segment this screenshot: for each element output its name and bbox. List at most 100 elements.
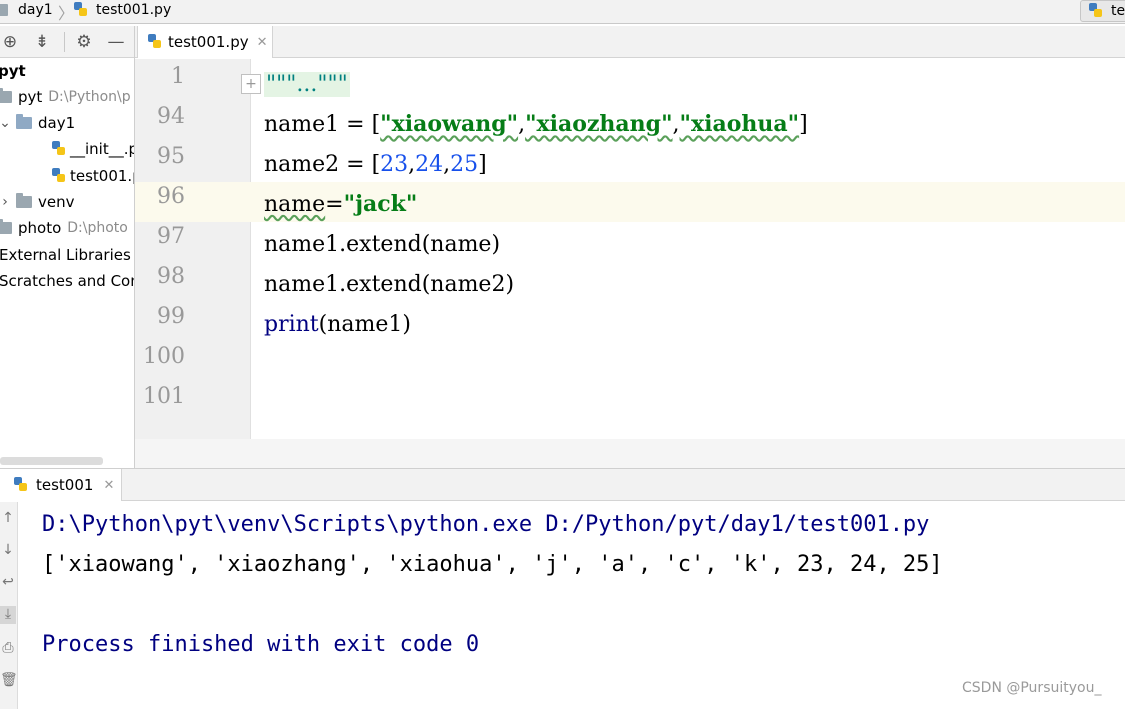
tree-item-scratches[interactable]: Scratches and Cons — [0, 269, 134, 293]
close-icon[interactable]: ✕ — [257, 35, 268, 50]
breadcrumb-file[interactable]: test001.py — [74, 2, 171, 18]
tree-item-path: D:\Python\p — [48, 89, 131, 105]
code-token: , — [443, 151, 451, 177]
print-icon[interactable]: ⎙ — [0, 640, 16, 658]
tree-item-init[interactable]: __init__.p — [52, 137, 134, 161]
breadcrumb-folder[interactable]: day1 — [0, 2, 53, 18]
tree-item-day1[interactable]: ⌄ day1 — [0, 111, 75, 135]
code-token: = — [325, 191, 344, 217]
tree-item-venv[interactable]: › venv — [0, 190, 75, 214]
tree-item-label: External Libraries — [0, 246, 131, 264]
editor-tab-bar: test001.py ✕ — [135, 26, 1125, 58]
number-literal: 23 — [380, 151, 409, 177]
up-arrow-icon[interactable]: ↑ — [0, 510, 16, 528]
project-tree-scrollbar[interactable] — [0, 457, 103, 465]
python-file-icon — [148, 34, 162, 50]
editor-bottom-area — [135, 439, 1125, 468]
code-line-98[interactable]: name1.extend(name2) — [264, 264, 514, 304]
close-icon[interactable]: ✕ — [103, 478, 114, 493]
collapse-icon[interactable]: ⇟ — [32, 32, 52, 52]
down-arrow-icon[interactable]: ↓ — [0, 542, 16, 560]
target-icon[interactable]: ⊕ — [0, 32, 20, 52]
string-literal: "xiaohua" — [679, 111, 800, 137]
tab-test001[interactable]: test001.py ✕ — [137, 26, 273, 58]
line-number: 98 — [157, 264, 185, 289]
folder-icon — [0, 88, 12, 103]
project-toolbar: ⊕ ⇟ ⚙ — — [0, 26, 134, 58]
code-line-99[interactable]: print (name1) — [264, 304, 411, 344]
tree-item-label: pyt — [18, 88, 43, 106]
tree-item-external-libraries[interactable]: External Libraries — [0, 243, 131, 267]
run-configuration-label: te — [1111, 3, 1125, 19]
tree-item-label: day1 — [38, 114, 76, 132]
fold-expand-icon[interactable]: + — [241, 74, 261, 94]
breadcrumb-file-label: test001.py — [96, 2, 172, 18]
line-number: 99 — [157, 304, 185, 329]
tab-label: test001.py — [168, 33, 249, 51]
run-side-toolbar: ↑ ↓ ↩ ⤓ ⎙ 🗑 — [0, 502, 18, 709]
tree-item-photo[interactable]: photo D:\photo — [0, 216, 128, 240]
code-line-96[interactable]: name = "jack" — [264, 184, 417, 224]
tree-item-label: test001.p — [70, 167, 134, 185]
tree-item-label: photo — [18, 219, 62, 237]
code-token: name1 = [ — [264, 111, 381, 137]
python-file-icon — [52, 141, 66, 157]
code-token: ] — [478, 151, 487, 177]
code-token: ] — [799, 111, 808, 137]
number-literal: 25 — [450, 151, 479, 177]
chevron-down-icon[interactable]: ⌄ — [0, 115, 12, 131]
code-line-1[interactable]: """...""" — [264, 64, 350, 104]
tree-item-test001[interactable]: test001.p — [52, 164, 134, 188]
folded-docstring[interactable]: """...""" — [264, 71, 350, 97]
console-output-line: ['xiaowang', 'xiaozhang', 'xiaohua', 'j'… — [42, 551, 943, 577]
folder-icon — [16, 114, 32, 129]
string-literal: "jack" — [343, 191, 418, 217]
breadcrumb: day1 〉 test001.py te — [0, 0, 1125, 24]
code-token: name1.extend(name) — [264, 231, 501, 257]
python-file-icon — [52, 168, 66, 184]
trash-icon[interactable]: 🗑 — [0, 672, 18, 690]
folder-icon — [16, 193, 32, 208]
code-token: (name1) — [318, 311, 411, 337]
python-file-icon — [1089, 3, 1103, 19]
breadcrumb-separator-icon: 〉 — [58, 4, 75, 23]
breadcrumb-folder-label: day1 — [18, 2, 53, 18]
python-file-icon — [74, 2, 88, 18]
code-token: name2 = [ — [264, 151, 381, 177]
builtin-function: print — [264, 311, 319, 337]
scroll-to-end-icon[interactable]: ⤓ — [0, 606, 16, 624]
run-configuration-selector[interactable]: te — [1080, 0, 1125, 22]
string-literal: "xiaozhang" — [525, 111, 673, 137]
gear-icon[interactable]: ⚙ — [74, 32, 94, 52]
project-tree: pyt pyt D:\Python\p ⌄ day1 __init__.p te… — [0, 59, 134, 467]
folder-icon — [0, 219, 12, 234]
code-token: name1.extend(name2) — [264, 271, 515, 297]
tab-run-test001[interactable]: test001 ✕ — [0, 469, 122, 501]
tree-root[interactable]: pyt — [0, 59, 26, 83]
tree-root-label: pyt — [0, 62, 26, 80]
soft-wrap-icon[interactable]: ↩ — [0, 574, 16, 592]
console-exit-line: Process finished with exit code 0 — [42, 631, 480, 657]
tree-item-label: Scratches and Cons — [0, 272, 134, 290]
code-token: , — [518, 111, 526, 137]
chevron-right-icon[interactable]: › — [0, 194, 12, 210]
tree-item-path: D:\photo — [67, 220, 128, 236]
console-command-line: D:\Python\pyt\venv\Scripts\python.exe D:… — [42, 511, 930, 537]
folder-icon — [0, 4, 8, 16]
line-number: 101 — [143, 384, 185, 409]
number-literal: 24 — [415, 151, 444, 177]
line-number: 100 — [143, 344, 185, 369]
tree-item-label: venv — [38, 193, 75, 211]
watermark: CSDN @Pursuityou_ — [962, 680, 1102, 696]
line-number: 94 — [157, 104, 185, 129]
tree-item-pyt[interactable]: pyt D:\Python\p — [0, 85, 131, 109]
run-tab-label: test001 — [36, 476, 94, 494]
code-token: , — [672, 111, 680, 137]
code-line-95[interactable]: name2 = [23, 24, 25] — [264, 144, 487, 184]
code-line-94[interactable]: name1 = ["xiaowang", "xiaozhang", "xiaohua… — [264, 104, 808, 144]
minimize-icon[interactable]: — — [106, 32, 126, 52]
line-number: 97 — [157, 224, 185, 249]
run-tool-window-header: test001 ✕ — [0, 468, 1125, 501]
code-line-97[interactable]: name1.extend(name) — [264, 224, 500, 264]
line-number: 95 — [157, 144, 185, 169]
